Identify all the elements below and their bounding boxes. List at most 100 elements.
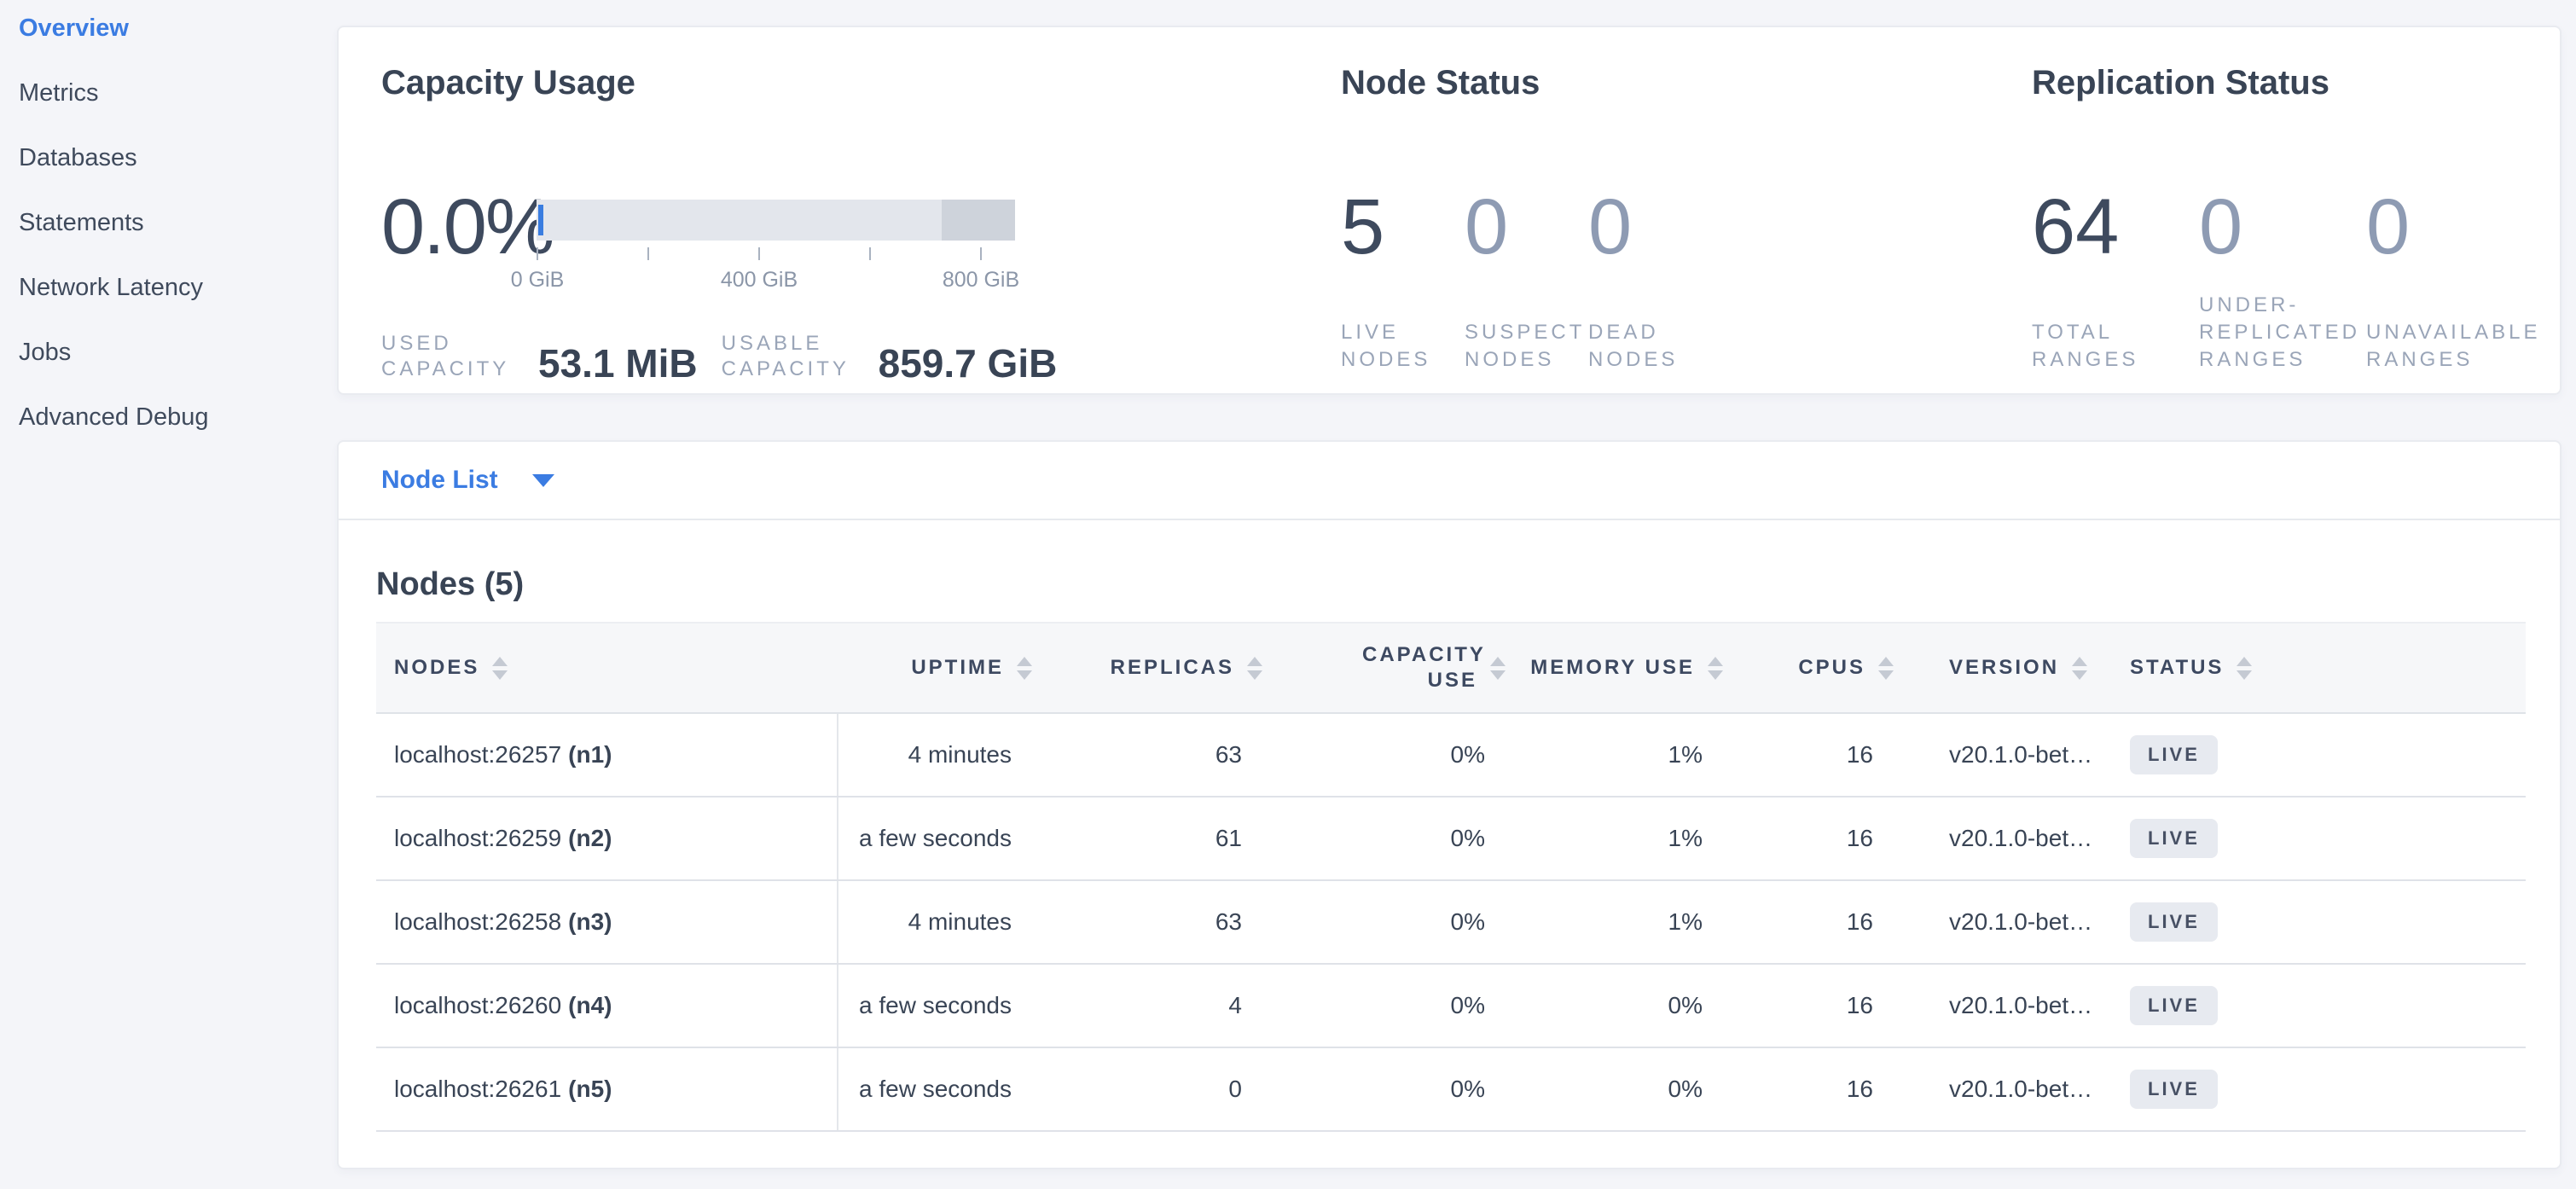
cpus-cell: 16 <box>1733 964 1904 1047</box>
status-badge: LIVE <box>2130 902 2218 942</box>
node-address-cell[interactable]: localhost:26261(n5) <box>376 1047 838 1131</box>
capacity-bar-reserved-segment <box>942 200 1015 241</box>
node-list-card: Node List Nodes (5) NODES UPTIME REPLICAS C… <box>337 440 2561 1169</box>
status-badge: LIVE <box>2130 819 2218 858</box>
node-address: localhost:26261 <box>394 1076 561 1102</box>
status-badge: LIVE <box>2130 735 2218 774</box>
capacity-percent: 0.0% <box>381 188 537 266</box>
column-header-status[interactable]: STATUS <box>2117 623 2526 713</box>
axis-label-400gib: 400 GiB <box>721 268 798 293</box>
node-address-cell[interactable]: localhost:26258 (n3) <box>376 880 838 964</box>
sort-arrows-icon[interactable] <box>1878 657 1894 680</box>
memory-use-cell: 1% <box>1516 797 1733 880</box>
stat-label: TOTAL RANGES <box>2032 288 2199 374</box>
column-header-uptime[interactable]: UPTIME <box>838 623 1042 713</box>
column-header-label: CAPACITY USE <box>1362 642 1477 693</box>
sort-arrows-icon[interactable] <box>2072 657 2087 680</box>
stat-value: 0 <box>1588 188 1712 266</box>
node-list-dropdown[interactable]: Node List <box>381 466 498 495</box>
node-row-n3[interactable]: localhost:26258(n3)4 minutes630%1%16v20.… <box>376 880 2526 964</box>
node-address: localhost:26260 <box>394 992 561 1018</box>
node-row-n4[interactable]: localhost:26260(n4)a few seconds40%0%16v… <box>376 964 2526 1047</box>
replicas-cell: 0 <box>1042 1047 1273 1131</box>
stat-under-replicated-ranges: 0UNDER-REPLICATED RANGES <box>2199 188 2366 374</box>
sidebar-item-jobs[interactable]: Jobs <box>19 338 326 367</box>
sort-arrows-icon[interactable] <box>1017 657 1032 680</box>
sort-arrows-icon[interactable] <box>1247 657 1262 680</box>
stat-value: 0 <box>2199 188 2366 266</box>
uptime-cell: a few seconds <box>838 964 1042 1047</box>
node-address-cell[interactable]: localhost:26259(n2) <box>376 797 838 880</box>
uptime-cell: 4 minutes <box>838 880 1042 964</box>
node-list-body: Nodes (5) NODES UPTIME REPLICAS CAPACITY US… <box>339 566 2560 1132</box>
replicas-cell: 61 <box>1042 797 1273 880</box>
node-address-cell[interactable]: localhost:26257(n1) <box>376 713 838 797</box>
node-list-header: Node List <box>339 442 2560 520</box>
stat-label: DEAD NODES <box>1588 288 1712 374</box>
cpus-cell: 16 <box>1733 880 1904 964</box>
overview-page: Overview Metrics Databases Statements Networ… <box>0 0 2576 1189</box>
uptime-cell: 4 minutes <box>838 713 1042 797</box>
column-header-nodes[interactable]: NODES <box>376 623 838 713</box>
node-row-n2[interactable]: localhost:26259(n2)a few seconds610%1%16… <box>376 797 2526 880</box>
sidebar-item-statements[interactable]: Statements <box>19 208 326 237</box>
replicas-cell: 63 <box>1042 713 1273 797</box>
replication-status-section: Replication Status 64 TOTAL RANGES0UNDER-… <box>2032 61 2552 374</box>
sort-arrows-icon[interactable] <box>1490 657 1506 680</box>
stat-value: 0 <box>2366 188 2533 266</box>
sidebar-item-overview[interactable]: Overview <box>19 14 326 43</box>
column-header-version[interactable]: VERSION <box>1904 623 2117 713</box>
capacity-use-cell: 0% <box>1273 880 1516 964</box>
capacity-bar <box>537 200 1015 241</box>
status-badge: LIVE <box>2130 1070 2218 1109</box>
stat-label: UNAVAILABLE RANGES <box>2366 288 2533 374</box>
sidebar-item-databases[interactable]: Databases <box>19 143 326 172</box>
stat-live-nodes: 5LIVE NODES <box>1341 188 1465 374</box>
node-row-n5[interactable]: localhost:26261(n5)a few seconds00%0%16v… <box>376 1047 2526 1131</box>
sort-arrows-icon[interactable] <box>2237 657 2252 680</box>
sidebar-item-network-latency[interactable]: Network Latency <box>19 273 326 302</box>
node-status-section: Node Status 5LIVE NODES0SUSPECT NODES0DE… <box>1341 61 2015 374</box>
memory-use-cell: 1% <box>1516 880 1733 964</box>
stat-value: 0 <box>1465 188 1588 266</box>
capacity-metrics: USED CAPACITY 53.1 MiB USABLE CAPACITY 8… <box>381 331 1328 382</box>
uptime-cell: a few seconds <box>838 1047 1042 1131</box>
nodes-section-title: Nodes (5) <box>376 566 2522 603</box>
sidebar-item-metrics[interactable]: Metrics <box>19 78 326 107</box>
stat-unavailable-ranges: 0 UNAVAILABLE RANGES <box>2366 188 2533 374</box>
node-id: (n3) <box>568 908 612 935</box>
node-row-n1[interactable]: localhost:26257(n1)4 minutes630%1%16v20.… <box>376 713 2526 797</box>
used-capacity-label: USED CAPACITY <box>381 331 511 382</box>
node-address: localhost:26258 <box>394 908 561 935</box>
column-header-capacity-use[interactable]: CAPACITY USE <box>1273 623 1516 713</box>
uptime-cell: a few seconds <box>838 797 1042 880</box>
used-capacity-metric: USED CAPACITY 53.1 MiB <box>381 331 698 382</box>
column-header-label: REPLICAS <box>1111 655 1234 681</box>
capacity-axis-ticks <box>537 247 1015 264</box>
chevron-down-icon[interactable] <box>532 474 554 487</box>
column-header-memory-use[interactable]: MEMORY USE <box>1516 623 1733 713</box>
column-header-label: NODES <box>394 655 479 681</box>
cluster-summary-card: Capacity Usage 0.0% <box>337 26 2561 395</box>
version-cell: v20.1.0-bet… <box>1904 797 2117 880</box>
stat-value: 64 <box>2032 188 2199 266</box>
memory-use-cell: 0% <box>1516 964 1733 1047</box>
replication-status-title: Replication Status <box>2032 61 2552 104</box>
stat-dead-nodes: 0 DEAD NODES <box>1588 188 1712 374</box>
sort-arrows-icon[interactable] <box>492 657 508 680</box>
capacity-usage-section: Capacity Usage 0.0% <box>381 61 1328 382</box>
node-id: (n2) <box>568 825 612 851</box>
sort-arrows-icon[interactable] <box>1708 657 1723 680</box>
column-header-replicas[interactable]: REPLICAS <box>1042 623 1273 713</box>
status-cell: LIVE <box>2117 964 2526 1047</box>
replicas-cell: 63 <box>1042 880 1273 964</box>
column-header-label: STATUS <box>2130 655 2224 681</box>
replicas-cell: 4 <box>1042 964 1273 1047</box>
node-address-cell[interactable]: localhost:26260(n4) <box>376 964 838 1047</box>
column-header-label: MEMORY USE <box>1530 655 1695 681</box>
usable-capacity-metric: USABLE CAPACITY 859.7 GiB <box>722 331 1058 382</box>
usable-capacity-value: 859.7 GiB <box>879 345 1058 382</box>
sidebar-item-advanced-debug[interactable]: Advanced Debug <box>19 403 326 432</box>
capacity-use-cell: 0% <box>1273 797 1516 880</box>
column-header-cpus[interactable]: CPUS <box>1733 623 1904 713</box>
